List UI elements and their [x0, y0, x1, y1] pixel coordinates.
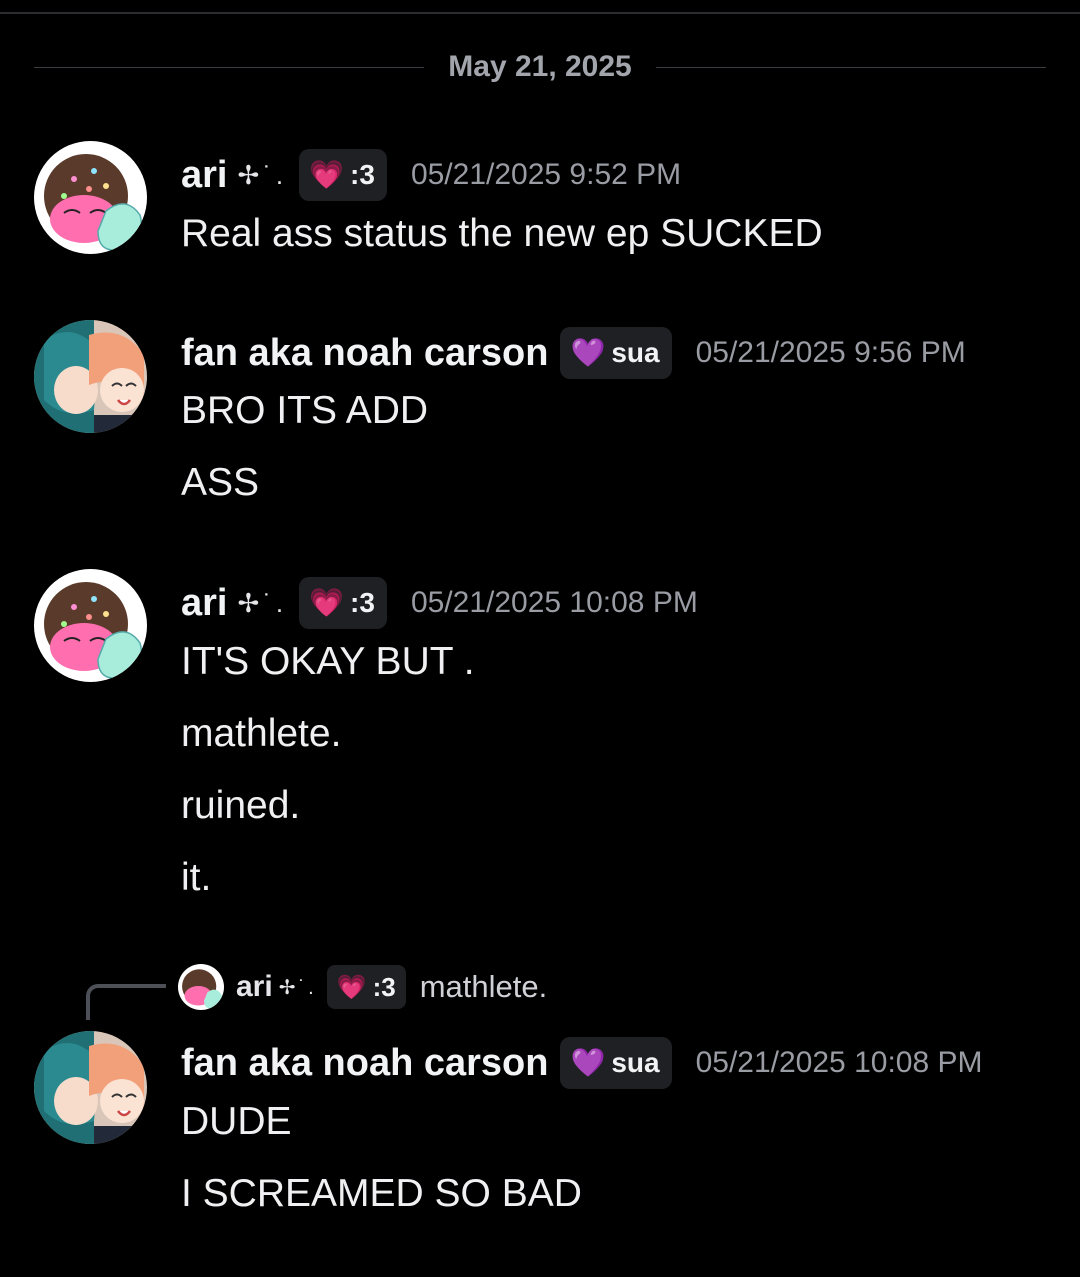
avatar[interactable] [34, 141, 147, 254]
timestamp: 05/21/2025 9:52 PM [410, 158, 682, 191]
tag-label: :3 [350, 159, 375, 190]
ari-avatar-image [34, 569, 147, 682]
server-tag: 💗 :3 [326, 965, 406, 1009]
username[interactable]: ari [181, 582, 227, 625]
message-text: mathlete. [181, 712, 342, 755]
timestamp: 05/21/2025 10:08 PM [695, 1046, 983, 1079]
fan-avatar-image [34, 1031, 147, 1144]
tag-label: :3 [372, 971, 396, 1002]
sparkle-decoration: ✢˙. [237, 587, 288, 618]
username[interactable]: fan aka noah carson [181, 332, 548, 375]
avatar[interactable] [34, 569, 147, 682]
message-text: I SCREAMED SO BAD [181, 1172, 582, 1215]
heart-icon: 💗 [336, 973, 367, 1001]
heart-icon: 💜 [570, 1047, 606, 1078]
tag-label: sua [611, 337, 660, 368]
message-header: fan aka noah carson 💜 sua 05/21/2025 9:5… [181, 326, 966, 380]
avatar[interactable] [34, 1031, 147, 1144]
username[interactable]: fan aka noah carson [181, 1042, 548, 1085]
message-text: IT'S OKAY BUT . [181, 640, 475, 683]
ari-avatar-image [178, 964, 224, 1010]
date-divider-label: May 21, 2025 [448, 50, 632, 83]
heart-icon: 💜 [570, 337, 606, 368]
timestamp: 05/21/2025 9:56 PM [695, 336, 966, 369]
divider-line-right [655, 66, 1047, 68]
message-text: Real ass status the new ep SUCKED [181, 212, 823, 255]
top-bar [0, 0, 1080, 14]
reply-text: mathlete. [419, 969, 548, 1004]
message-header: fan aka noah carson 💜 sua 05/21/2025 10:… [181, 1036, 982, 1090]
server-tag[interactable]: 💗 :3 [299, 149, 387, 201]
fan-avatar-image [34, 320, 147, 433]
message-text: ruined. [181, 784, 301, 827]
message-text: ASS [181, 461, 260, 504]
reply-avatar [178, 964, 224, 1010]
heart-icon: 💗 [309, 587, 345, 618]
username[interactable]: ari [181, 154, 227, 197]
ari-avatar-image [34, 141, 147, 254]
message-header: ari ✢˙. 💗 :3 05/21/2025 9:52 PM [181, 148, 681, 202]
sparkle-decoration: ✢˙. [237, 159, 288, 190]
message-text: DUDE [181, 1100, 292, 1143]
heart-icon: 💗 [309, 159, 345, 190]
server-tag[interactable]: 💜 sua [560, 1037, 672, 1089]
server-tag[interactable]: 💜 sua [560, 327, 672, 379]
date-divider: May 21, 2025 [34, 46, 1047, 88]
message-text: it. [181, 856, 212, 899]
tag-label: :3 [350, 587, 375, 618]
timestamp: 05/21/2025 10:08 PM [410, 586, 698, 619]
divider-line-left [34, 66, 425, 68]
reply-preview[interactable]: ari ✢˙. 💗 :3 mathlete. [178, 962, 547, 1012]
tag-label: sua [611, 1047, 660, 1078]
avatar[interactable] [34, 320, 147, 433]
sparkle-decoration: ✢˙. [278, 976, 317, 999]
reply-connector [86, 984, 166, 1020]
server-tag[interactable]: 💗 :3 [299, 577, 387, 629]
message-header: ari ✢˙. 💗 :3 05/21/2025 10:08 PM [181, 576, 698, 630]
message-text: BRO ITS ADD [181, 389, 429, 432]
reply-username[interactable]: ari [236, 970, 273, 1004]
